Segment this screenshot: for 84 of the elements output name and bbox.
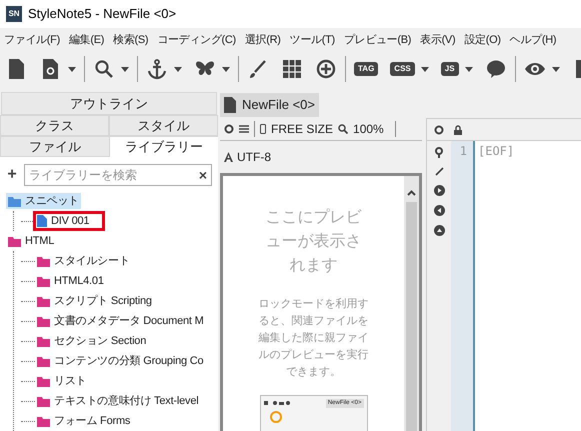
tree-item-label: スクリプト Scripting [54, 294, 152, 309]
code-line: [EOF] [478, 143, 516, 159]
grid-icon[interactable] [281, 58, 303, 80]
tree-item-label: リスト [54, 374, 86, 389]
zoom-level[interactable]: 100% [353, 120, 384, 138]
caret-icon[interactable] [121, 66, 129, 72]
search-icon [338, 124, 348, 134]
panel-header: アウトライン [1, 92, 217, 115]
app-icon: SN [6, 6, 22, 22]
lock-icon[interactable] [454, 124, 462, 134]
encoding-label[interactable]: UTF-8 [237, 148, 271, 166]
caret-icon[interactable] [464, 66, 473, 72]
file-icon [37, 215, 47, 227]
add-button[interactable]: + [6, 163, 18, 187]
caret-icon[interactable] [420, 66, 429, 72]
size-selector[interactable]: FREE SIZE [271, 120, 334, 138]
tree-item[interactable]: コンテンツの分類 Grouping Co [35, 352, 206, 370]
search-field[interactable]: ライブラリーを検索 × [24, 164, 212, 186]
line-number: 1 [460, 143, 467, 159]
speech-bubble-icon[interactable] [484, 58, 507, 80]
next-icon[interactable] [434, 185, 444, 196]
tree-item-label: HTML4.01 [54, 274, 104, 289]
tag-button[interactable]: TAG [354, 62, 378, 76]
collapse-icon[interactable] [434, 225, 444, 236]
tree-item-label: HTML [25, 234, 54, 249]
tree-item[interactable]: リスト [35, 372, 88, 390]
tree-item-label: DIV 001 [51, 214, 90, 229]
menu-item[interactable]: プレビュー(B) [344, 32, 412, 48]
clear-button[interactable]: × [198, 168, 207, 182]
menu-item[interactable]: 表示(V) [420, 32, 456, 48]
tree-item[interactable]: セクション Section [35, 332, 148, 350]
menu-item[interactable]: コーディング(C) [157, 32, 236, 48]
tree-item-label: テキストの意味付け Text-level [54, 394, 199, 409]
tree-item[interactable]: スニペット [6, 192, 82, 210]
menu-icon[interactable] [239, 124, 249, 134]
menu-item[interactable]: 編集(E) [68, 32, 104, 48]
tree-item-label: セクション Section [54, 334, 146, 349]
panel-tab[interactable]: クラス [0, 115, 109, 136]
caret-icon[interactable] [174, 66, 182, 72]
menu-item[interactable]: 設定(O) [464, 32, 501, 48]
tree-item[interactable]: テキストの意味付け Text-level [35, 392, 201, 410]
refresh-icon[interactable] [224, 124, 234, 134]
caret-icon[interactable] [68, 66, 76, 72]
panel-tab[interactable]: ライブラリー [110, 136, 218, 157]
tag-button[interactable]: JS [440, 62, 459, 76]
pin-icon[interactable] [435, 147, 443, 158]
pen-icon[interactable] [434, 167, 444, 176]
scroll-up-icon[interactable] [407, 190, 416, 196]
panel-tab[interactable]: ファイル [0, 136, 110, 157]
anchor-icon[interactable] [146, 58, 168, 80]
scrollbar-thumb[interactable] [406, 202, 417, 431]
tree-item[interactable]: 文書のメタデータ Document M [35, 312, 206, 330]
tree-item[interactable]: フォーム Forms [35, 412, 132, 430]
preview-empty-message: ここにプレビューが表示されます [266, 208, 362, 276]
tag-button[interactable]: CSS [390, 62, 415, 76]
tree-item[interactable]: DIV 001 [35, 212, 104, 230]
menu-item[interactable]: 選択(R) [244, 32, 281, 48]
tree-item[interactable]: スクリプト Scripting [35, 292, 154, 310]
menu-item[interactable]: ヘルプ(H) [510, 32, 556, 48]
search-icon[interactable] [93, 58, 115, 80]
menu-item[interactable]: ファイル(F) [4, 32, 60, 48]
font-icon [224, 152, 233, 162]
menu-item[interactable]: 検索(S) [113, 32, 148, 48]
brush-icon[interactable] [247, 58, 269, 80]
phone-icon [260, 124, 266, 134]
lock-mode-hint: ロックモードを利用すると、関連ファイルを編集した際に親ファイルのプレビューを実行できます。 [258, 297, 370, 380]
caret-icon[interactable] [552, 66, 560, 72]
tree-item[interactable]: HTML [6, 232, 56, 250]
refresh-icon[interactable] [434, 124, 444, 134]
file-icon [224, 97, 236, 113]
previous-icon[interactable] [434, 205, 444, 216]
window-title: StyleNote5 - NewFile <0> [28, 5, 176, 24]
caret-icon[interactable] [222, 66, 230, 72]
tree-item[interactable]: HTML4.01 [35, 272, 106, 290]
tree-item[interactable]: スタイルシート [35, 252, 132, 270]
tree-item-label: 文書のメタデータ Document M [54, 314, 204, 329]
tree-item-label: スニペット [25, 194, 80, 209]
panel-tab[interactable]: スタイル [109, 115, 218, 136]
add-circle-icon[interactable] [315, 58, 337, 80]
file-tab[interactable]: NewFile <0> [220, 93, 319, 117]
menu-item[interactable]: ツール(T) [290, 32, 335, 48]
tree-item-label: フォーム Forms [54, 414, 130, 429]
tree-item-label: コンテンツの分類 Grouping Co [54, 354, 204, 369]
tree-item-label: スタイルシート [54, 254, 130, 269]
